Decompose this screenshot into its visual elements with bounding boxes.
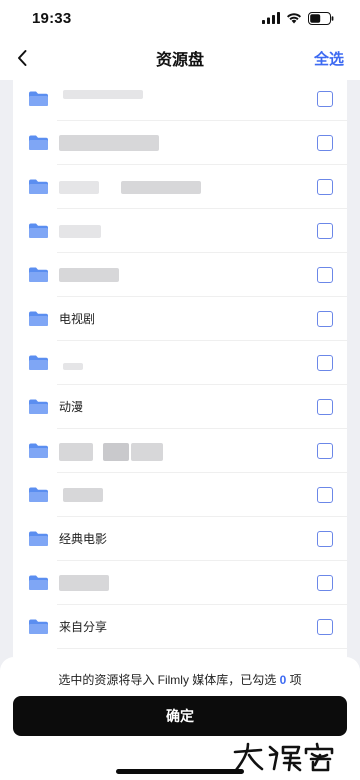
folder-row[interactable] [13, 429, 347, 473]
folder-row[interactable] [13, 121, 347, 165]
status-bar: 19:33 [0, 0, 360, 36]
folder-row[interactable]: 来自分享 [13, 605, 347, 649]
folder-row[interactable]: 经典电影 [13, 517, 347, 561]
folder-checkbox[interactable] [317, 399, 333, 415]
folder-row[interactable] [13, 253, 347, 297]
folder-icon [29, 311, 48, 326]
folder-checkbox[interactable] [317, 531, 333, 547]
folder-checkbox[interactable] [317, 91, 333, 107]
footer-panel: 选中的资源将导入 Filmly 媒体库，已勾选 0 项 确定 [0, 657, 360, 780]
folder-row[interactable]: 动漫 [13, 385, 347, 429]
folder-checkbox[interactable] [317, 487, 333, 503]
folder-icon [29, 91, 48, 106]
folder-name: 电视剧 [59, 312, 96, 326]
folder-row[interactable] [13, 473, 347, 517]
folder-checkbox[interactable] [317, 135, 333, 151]
folder-checkbox[interactable] [317, 443, 333, 459]
folder-name: 经典电影 [59, 532, 108, 546]
blurred-folder-name [59, 135, 159, 151]
wifi-icon [287, 13, 301, 24]
blurred-folder-name [63, 488, 103, 502]
watermark-logo [233, 742, 334, 772]
folder-icon [29, 223, 48, 238]
folder-icon [29, 135, 48, 150]
folder-checkbox[interactable] [317, 223, 333, 239]
folder-checkbox[interactable] [317, 355, 333, 371]
blurred-folder-name [63, 90, 143, 99]
status-time: 19:33 [32, 9, 72, 27]
folder-icon [29, 575, 48, 590]
page-title: 资源盘 [155, 52, 204, 69]
selection-summary-suffix: 项 [286, 673, 302, 687]
folder-checkbox[interactable] [317, 619, 333, 635]
blurred-folder-name [59, 443, 93, 461]
folder-checkbox[interactable] [317, 311, 333, 327]
folder-row[interactable] [13, 165, 347, 209]
folder-checkbox[interactable] [317, 267, 333, 283]
folder-icon [29, 619, 48, 634]
home-indicator [116, 769, 244, 774]
folder-icon [29, 531, 48, 546]
battery-icon [308, 11, 334, 25]
blurred-folder-name [131, 443, 163, 461]
blurred-folder-name [63, 363, 83, 370]
back-button[interactable] [8, 44, 36, 72]
folder-icon [29, 355, 48, 370]
folder-row[interactable] [13, 561, 347, 605]
folder-row[interactable] [13, 209, 347, 253]
folder-name: 动漫 [59, 400, 84, 414]
blurred-folder-name [103, 443, 129, 461]
folder-checkbox[interactable] [317, 179, 333, 195]
confirm-button-label: 确定 [166, 708, 194, 724]
signal-icon [262, 12, 280, 24]
blurred-folder-name [59, 268, 119, 282]
blurred-folder-name [121, 181, 201, 194]
folder-row[interactable]: 电视剧 [13, 297, 347, 341]
folder-name: 来自分享 [59, 620, 108, 634]
select-all-button[interactable]: 全选 [314, 48, 344, 69]
folder-icon [29, 487, 48, 502]
selection-summary-text: 选中的资源将导入 Filmly 媒体库，已勾选 [58, 673, 280, 687]
folder-row[interactable] [13, 77, 347, 121]
screen: 19:33 资源盘 全选 电视剧 动漫 经典电影 来自分享 选中的资源将导入 F… [0, 0, 360, 780]
blurred-folder-name [59, 225, 101, 238]
folder-icon [29, 399, 48, 414]
folder-row[interactable] [13, 341, 347, 385]
folder-checkbox[interactable] [317, 575, 333, 591]
status-icons [262, 11, 334, 25]
folder-icon [29, 443, 48, 458]
selection-summary: 选中的资源将导入 Filmly 媒体库，已勾选 0 项 [0, 671, 360, 688]
folder-icon [29, 179, 48, 194]
blurred-folder-name [59, 575, 109, 591]
confirm-button[interactable]: 确定 [13, 696, 347, 736]
blurred-folder-name [59, 181, 99, 194]
folder-icon [29, 267, 48, 282]
chevron-left-icon [18, 50, 27, 66]
folder-list: 电视剧 动漫 经典电影 来自分享 [13, 77, 347, 657]
nav-bar: 资源盘 全选 [0, 36, 360, 80]
